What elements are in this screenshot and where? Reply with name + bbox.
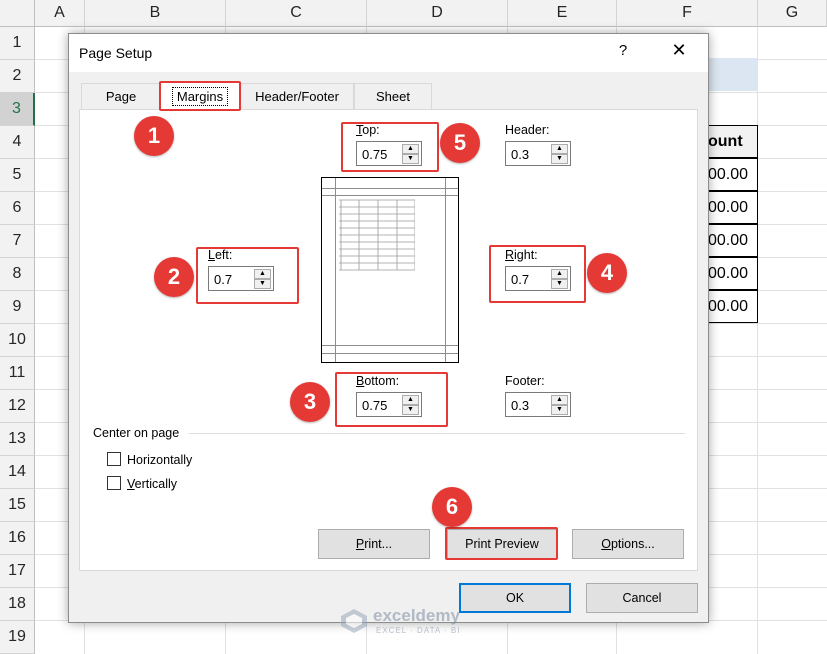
column-header-a[interactable]: A	[35, 0, 85, 27]
row-header-5[interactable]: 5	[0, 159, 35, 192]
row-header-3[interactable]: 3	[0, 93, 35, 126]
row-header-14[interactable]: 14	[0, 456, 35, 489]
center-on-page-label: Center on page	[93, 426, 180, 440]
callout-box-print-preview	[445, 527, 558, 560]
tab-page[interactable]: Page	[81, 83, 161, 109]
callout-box-margins-tab	[159, 81, 241, 111]
callout-box-bottom	[335, 372, 448, 427]
spin-down-icon[interactable]: ▼	[551, 405, 568, 415]
print-label: rint...	[364, 537, 393, 551]
group-divider	[189, 433, 685, 434]
column-header-d[interactable]: D	[367, 0, 508, 27]
watermark-name: exceldemy	[373, 606, 460, 625]
vertically-label-mnemonic: V	[127, 477, 135, 491]
row-header-13[interactable]: 13	[0, 423, 35, 456]
callout-box-top	[341, 122, 439, 172]
watermark-tagline: EXCEL · DATA · BI	[376, 626, 461, 635]
page-preview-thumbnail	[321, 177, 459, 363]
spin-up-icon[interactable]: ▲	[551, 144, 568, 154]
options-mnemonic: O	[601, 537, 611, 551]
help-button[interactable]: ?	[613, 42, 633, 64]
callout-badge-5: 5	[440, 123, 480, 163]
table-cell[interactable]: 00.00	[708, 290, 758, 323]
vertically-label-text: ertically	[134, 477, 178, 491]
column-header-f[interactable]: F	[617, 0, 758, 27]
dialog-titlebar[interactable]: Page Setup ? ✕	[69, 34, 708, 72]
header-label: Header:	[505, 123, 550, 137]
row-header-16[interactable]: 16	[0, 522, 35, 555]
callout-box-left	[196, 247, 299, 304]
table-cell[interactable]: 00.00	[708, 191, 758, 224]
row-header-17[interactable]: 17	[0, 555, 35, 588]
column-header-b[interactable]: B	[85, 0, 226, 27]
row-header-15[interactable]: 15	[0, 489, 35, 522]
row-header-8[interactable]: 8	[0, 258, 35, 291]
header-margin-value[interactable]: 0.3	[511, 147, 529, 162]
tab-header-footer[interactable]: Header/Footer	[240, 83, 354, 109]
table-cell[interactable]: 00.00	[708, 257, 758, 290]
callout-box-right	[489, 245, 586, 303]
horizontally-checkbox[interactable]	[107, 452, 121, 466]
dialog-title: Page Setup	[79, 45, 153, 61]
exceldemy-logo-icon	[341, 609, 367, 633]
tab-page-label: Page	[105, 89, 137, 104]
table-header-amount[interactable]: ount	[708, 125, 758, 158]
row-header-6[interactable]: 6	[0, 192, 35, 225]
row-header-2[interactable]: 2	[0, 60, 35, 93]
print-mnemonic: P	[355, 537, 365, 551]
callout-badge-6: 6	[432, 487, 472, 527]
footer-label: Footer:	[505, 374, 545, 388]
footer-margin-spinner[interactable]: 0.3 ▲ ▼	[505, 392, 571, 417]
table-cell[interactable]: 00.00	[708, 224, 758, 257]
footer-margin-value[interactable]: 0.3	[511, 398, 529, 413]
spin-down-icon[interactable]: ▼	[551, 154, 568, 164]
horizontally-label[interactable]: Horizontally	[127, 453, 192, 467]
column-header-e[interactable]: E	[508, 0, 617, 27]
row-header-10[interactable]: 10	[0, 324, 35, 357]
print-button[interactable]: Print...	[318, 529, 430, 559]
row-header-1[interactable]: 1	[0, 27, 35, 60]
exceldemy-watermark: exceldemy EXCEL · DATA · BI	[340, 604, 500, 638]
callout-badge-3: 3	[290, 382, 330, 422]
vertically-label[interactable]: Vertically	[127, 477, 177, 491]
tab-sheet[interactable]: Sheet	[354, 83, 432, 109]
row-header-9[interactable]: 9	[0, 291, 35, 324]
table-cell[interactable]: 00.00	[708, 158, 758, 191]
column-header-c[interactable]: C	[226, 0, 367, 27]
row-header-18[interactable]: 18	[0, 588, 35, 621]
header-margin-spinner[interactable]: 0.3 ▲ ▼	[505, 141, 571, 166]
cancel-button[interactable]: Cancel	[586, 583, 698, 613]
row-header-11[interactable]: 11	[0, 357, 35, 390]
spin-up-icon[interactable]: ▲	[551, 395, 568, 405]
title-cell-fill	[708, 58, 758, 91]
callout-badge-2: 2	[154, 257, 194, 297]
options-label: ptions...	[610, 537, 655, 551]
row-header-12[interactable]: 12	[0, 390, 35, 423]
options-button[interactable]: Options...	[572, 529, 684, 559]
row-header-7[interactable]: 7	[0, 225, 35, 258]
vertically-checkbox[interactable]	[107, 476, 121, 490]
close-icon[interactable]: ✕	[665, 40, 693, 66]
select-all-corner[interactable]	[0, 0, 35, 27]
preview-table-grid	[339, 199, 415, 271]
callout-badge-4: 4	[587, 253, 627, 293]
column-header-g[interactable]: G	[758, 0, 827, 27]
row-header-4[interactable]: 4	[0, 126, 35, 159]
callout-badge-1: 1	[134, 116, 174, 156]
tab-sheet-label: Sheet	[376, 89, 410, 104]
tab-header-footer-label: Header/Footer	[255, 89, 339, 104]
row-header-19[interactable]: 19	[0, 621, 35, 654]
